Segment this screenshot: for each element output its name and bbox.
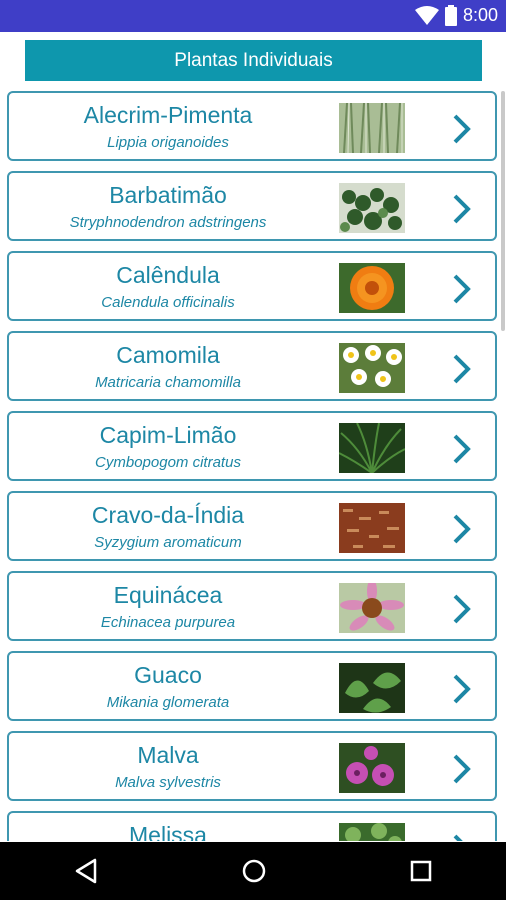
plant-name: Equinácea xyxy=(113,582,223,608)
navigation-bar xyxy=(0,842,506,900)
plant-name: Cravo-da-Índia xyxy=(91,502,245,528)
chevron-right-icon xyxy=(453,514,471,544)
plant-scientific-name: Lippia origanoides xyxy=(107,134,229,151)
chevron-right-icon xyxy=(453,354,471,384)
status-bar: 8:00 xyxy=(0,0,506,32)
plant-name: Melissa xyxy=(129,822,207,841)
plant-scientific-name: Calendula officinalis xyxy=(101,294,235,311)
plant-list[interactable]: Alecrim-Pimenta Lippia origanoides Barba… xyxy=(0,91,506,841)
wifi-icon xyxy=(414,5,439,25)
plant-name: Alecrim-Pimenta xyxy=(83,102,253,128)
recents-icon[interactable] xyxy=(406,856,436,886)
chevron-right-icon xyxy=(453,834,463,841)
plant-thumbnail xyxy=(339,343,405,393)
list-item[interactable]: Barbatimão Stryphnodendron adstringens xyxy=(7,171,497,241)
list-item[interactable]: Melissa xyxy=(7,811,497,841)
chevron-right-icon xyxy=(453,114,471,144)
plant-name: Malva xyxy=(137,742,199,768)
plant-scientific-name: Syzygium aromaticum xyxy=(94,534,242,551)
plant-scientific-name: Cymbopogom citratus xyxy=(95,454,241,471)
list-item[interactable]: Guaco Mikania glomerata xyxy=(7,651,497,721)
plant-thumbnail xyxy=(339,743,405,793)
plant-thumbnail xyxy=(339,423,405,473)
chevron-right-icon xyxy=(453,594,471,624)
chevron-right-icon xyxy=(453,194,471,224)
plant-thumbnail xyxy=(339,183,405,233)
list-item[interactable]: Capim-Limão Cymbopogom citratus xyxy=(7,411,497,481)
back-icon[interactable] xyxy=(72,856,102,886)
status-icons: 8:00 xyxy=(414,5,498,26)
plant-thumbnail xyxy=(339,583,405,633)
scrollbar[interactable] xyxy=(501,91,505,331)
plant-thumbnail xyxy=(339,503,405,553)
chevron-right-icon xyxy=(453,434,471,464)
plant-name: Guaco xyxy=(134,662,202,688)
list-item[interactable]: Equinácea Echinacea purpurea xyxy=(7,571,497,641)
plant-thumbnail xyxy=(339,663,405,713)
list-item[interactable]: Calêndula Calendula officinalis xyxy=(7,251,497,321)
home-icon[interactable] xyxy=(239,856,269,886)
plant-scientific-name: Mikania glomerata xyxy=(106,694,230,711)
plant-scientific-name: Stryphnodendron adstringens xyxy=(69,214,267,231)
plant-name: Camomila xyxy=(116,342,220,368)
plant-name: Capim-Limão xyxy=(99,422,237,448)
chevron-right-icon xyxy=(453,274,471,304)
plant-name: Barbatimão xyxy=(109,182,227,208)
plant-scientific-name: Malva sylvestris xyxy=(115,774,221,791)
battery-icon xyxy=(444,5,457,26)
plant-thumbnail xyxy=(339,103,405,153)
list-item[interactable]: Malva Malva sylvestris xyxy=(7,731,497,801)
status-time: 8:00 xyxy=(462,5,498,25)
list-item[interactable]: Alecrim-Pimenta Lippia origanoides xyxy=(7,91,497,161)
plant-thumbnail xyxy=(339,263,405,313)
plant-name: Calêndula xyxy=(116,262,220,288)
plant-scientific-name: Echinacea purpurea xyxy=(100,614,236,631)
list-item[interactable]: Camomila Matricaria chamomilla xyxy=(7,331,497,401)
page-title: Plantas Individuais xyxy=(25,40,482,81)
plant-thumbnail xyxy=(339,823,405,841)
chevron-right-icon xyxy=(453,754,471,784)
list-item[interactable]: Cravo-da-Índia Syzygium aromaticum xyxy=(7,491,497,561)
chevron-right-icon xyxy=(453,674,471,704)
plant-scientific-name: Matricaria chamomilla xyxy=(95,374,241,391)
